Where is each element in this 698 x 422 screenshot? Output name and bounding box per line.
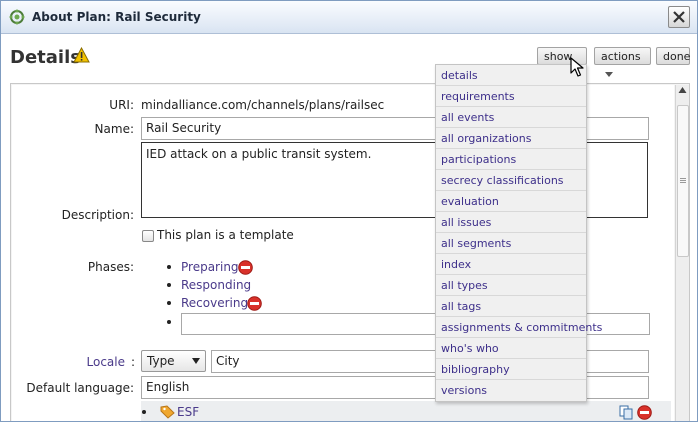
default-language-label: Default language: bbox=[26, 381, 134, 395]
remove-phase-icon[interactable] bbox=[238, 260, 253, 275]
menu-item-details[interactable]: details bbox=[436, 65, 586, 86]
close-icon bbox=[673, 11, 685, 23]
uri-label: URI: bbox=[109, 98, 134, 112]
chevron-down-icon bbox=[192, 358, 200, 364]
about-plan-window: About Plan: Rail Security Details show a… bbox=[0, 0, 698, 422]
details-panel: URI: mindalliance.com/channels/plans/rai… bbox=[10, 83, 690, 421]
menu-item-participations[interactable]: participations bbox=[436, 149, 586, 170]
actions-button-label: actions bbox=[601, 50, 641, 63]
phase-responding[interactable]: Responding bbox=[181, 278, 251, 292]
locale-separator: : bbox=[131, 355, 136, 369]
actions-menu-button[interactable]: actions bbox=[594, 47, 651, 77]
page-title: Details bbox=[10, 47, 81, 68]
scrollbar-thumb[interactable] bbox=[677, 105, 689, 257]
remove-phase-icon[interactable] bbox=[247, 296, 262, 311]
organization-row: ESF bbox=[141, 401, 671, 421]
vertical-scrollbar[interactable] bbox=[675, 85, 689, 421]
chevron-down-icon bbox=[605, 72, 613, 77]
menu-item-versions[interactable]: versions bbox=[436, 380, 586, 401]
menu-item-whos-who[interactable]: who's who bbox=[436, 338, 586, 359]
window-title: About Plan: Rail Security bbox=[32, 10, 201, 24]
description-label: Description: bbox=[61, 208, 134, 222]
show-dropdown-menu: details requirements all events all orga… bbox=[435, 64, 602, 402]
phase-recovering[interactable]: Recovering bbox=[181, 296, 248, 310]
menu-item-all-organizations[interactable]: all organizations bbox=[436, 128, 586, 149]
locale-type-value: Type bbox=[147, 354, 175, 368]
menu-item-all-issues[interactable]: all issues bbox=[436, 212, 586, 233]
bullet-icon bbox=[142, 410, 146, 414]
menu-item-bibliography[interactable]: bibliography bbox=[436, 359, 586, 380]
phases-label: Phases: bbox=[87, 260, 134, 274]
locale-type-select[interactable]: Type bbox=[141, 350, 206, 372]
name-label: Name: bbox=[94, 122, 134, 136]
menu-item-all-types[interactable]: all types bbox=[436, 275, 586, 296]
app-logo-icon bbox=[9, 9, 25, 25]
remove-organization-icon[interactable] bbox=[637, 405, 652, 420]
template-label: This plan is a template bbox=[157, 228, 294, 242]
title-bar: About Plan: Rail Security bbox=[1, 1, 697, 34]
menu-item-secrecy-classifications[interactable]: secrecy classifications bbox=[436, 170, 586, 191]
locale-link[interactable]: Locale bbox=[5, 355, 125, 369]
phase-preparing[interactable]: Preparing bbox=[181, 260, 239, 274]
scrollbar-grip bbox=[680, 178, 686, 179]
tag-icon bbox=[160, 405, 175, 419]
done-button[interactable]: done bbox=[656, 47, 690, 65]
organization-link[interactable]: ESF bbox=[177, 405, 199, 419]
menu-item-all-segments[interactable]: all segments bbox=[436, 233, 586, 254]
copy-icon[interactable] bbox=[619, 405, 634, 420]
menu-item-all-tags[interactable]: all tags bbox=[436, 296, 586, 317]
menu-item-assignments-commitments[interactable]: assignments & commitments bbox=[436, 317, 602, 338]
menu-item-index[interactable]: index bbox=[436, 254, 586, 275]
menu-item-requirements[interactable]: requirements bbox=[436, 86, 586, 107]
bullet-icon bbox=[167, 283, 171, 287]
bullet-icon bbox=[167, 320, 171, 324]
show-button-label: show bbox=[544, 50, 573, 63]
close-button[interactable] bbox=[668, 6, 690, 28]
bullet-icon bbox=[167, 265, 171, 269]
bullet-icon bbox=[167, 301, 171, 305]
uri-value: mindalliance.com/channels/plans/railsec bbox=[141, 98, 385, 112]
warning-icon[interactable] bbox=[73, 47, 90, 63]
template-checkbox[interactable] bbox=[142, 230, 154, 242]
menu-item-all-events[interactable]: all events bbox=[436, 107, 586, 128]
menu-item-evaluation[interactable]: evaluation bbox=[436, 191, 586, 212]
done-button-label: done bbox=[663, 50, 691, 63]
scroll-up-icon[interactable] bbox=[678, 86, 687, 94]
mouse-cursor-icon bbox=[570, 57, 584, 77]
